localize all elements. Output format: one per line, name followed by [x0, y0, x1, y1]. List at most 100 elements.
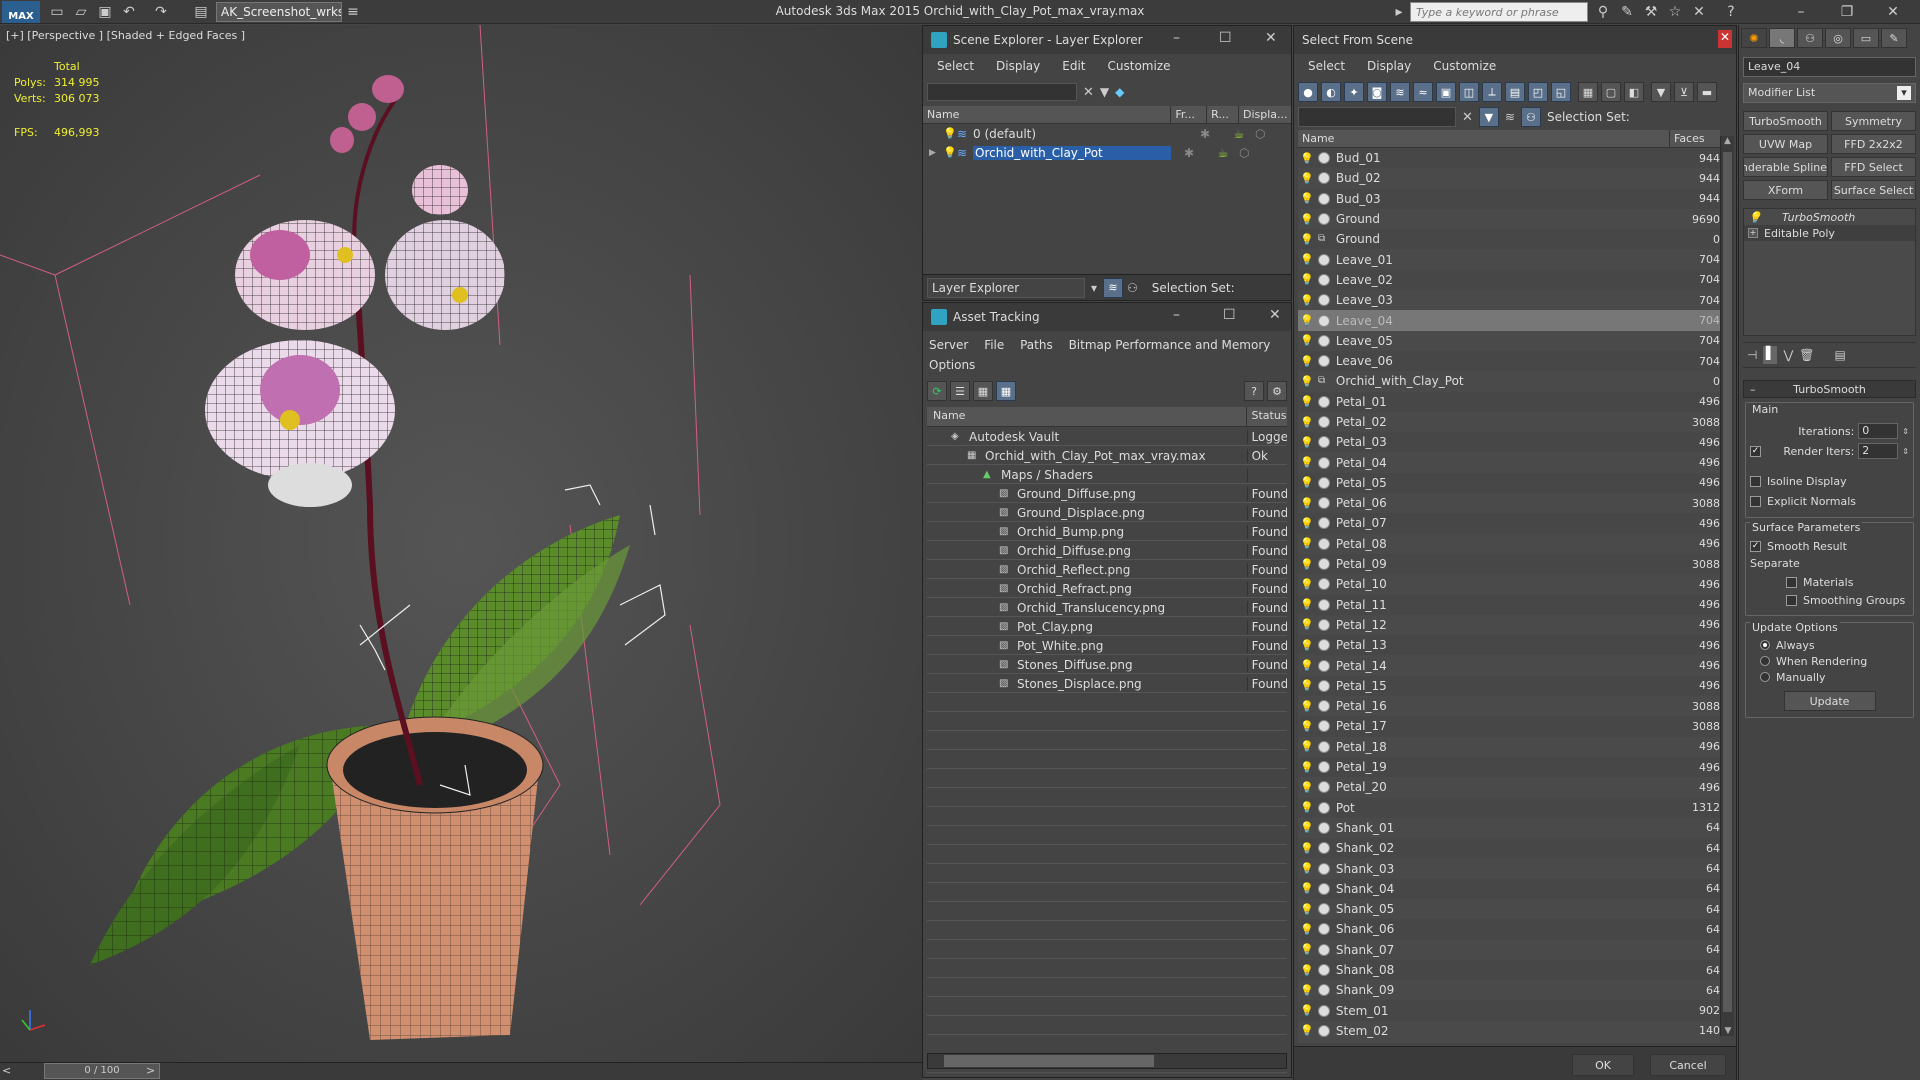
thumbnail-icon[interactable]: ▦ — [973, 381, 993, 401]
object-name-field[interactable]: Leave_04 — [1743, 57, 1916, 77]
select-invert-icon[interactable]: ◧ — [1624, 82, 1644, 102]
iterations-spinner[interactable]: 0 — [1858, 423, 1899, 439]
cancel-button[interactable]: Cancel — [1650, 1054, 1726, 1076]
bulb-icon[interactable]: 💡 — [1300, 598, 1314, 611]
object-row[interactable]: 💡 Petal_13 496 — [1298, 635, 1720, 656]
asset-row[interactable]: ▧ Orchid_Reflect.png Found — [927, 560, 1287, 579]
connect-icon[interactable]: ⚒ — [1640, 2, 1662, 22]
open-icon[interactable]: ▱ — [70, 2, 92, 22]
bulb-icon[interactable]: 💡 — [1300, 334, 1314, 347]
object-row[interactable]: 💡 Petal_05 496 — [1298, 472, 1720, 494]
asset-row[interactable]: ▲ Maps / Shaders — [927, 465, 1287, 484]
asset-row[interactable]: ▧ Stones_Displace.png Found — [927, 674, 1287, 693]
bulb-icon[interactable]: 💡 — [1300, 558, 1314, 571]
bulb-icon[interactable]: 💡 — [1300, 821, 1314, 834]
clear-search-icon[interactable]: ✕ — [1083, 85, 1094, 100]
menu-edit[interactable]: Edit — [1062, 59, 1085, 73]
expand-icon[interactable]: + — [1748, 228, 1758, 238]
col-freeze[interactable]: Fr... — [1171, 106, 1208, 123]
menu-bitmap[interactable]: Bitmap Performance and Memory — [1069, 338, 1271, 352]
binoculars-icon[interactable]: ⚲ — [1592, 2, 1614, 22]
frozen-filter-icon[interactable]: ◰ — [1528, 82, 1548, 102]
bulb-icon[interactable]: 💡 — [1300, 923, 1314, 936]
search-input[interactable]: Type a keyword or phrase — [1410, 2, 1588, 22]
redo-icon[interactable]: ↷ — [150, 2, 172, 22]
bulb-icon[interactable]: 💡 — [1300, 801, 1314, 814]
object-row[interactable]: 💡 Ground 9690 — [1298, 208, 1720, 230]
workspace-menu-icon[interactable]: ≡ — [342, 2, 364, 22]
menu-select[interactable]: Select — [937, 59, 974, 73]
col-display[interactable]: Displa... — [1239, 106, 1291, 123]
group-filter-icon[interactable]: ▣ — [1436, 82, 1456, 102]
menu-display[interactable]: Display — [1367, 59, 1411, 73]
scroll-thumb[interactable] — [1723, 152, 1732, 1012]
settings-icon[interactable]: ⚙ — [1267, 381, 1287, 401]
object-row[interactable]: 💡 Shank_01 64 — [1298, 817, 1720, 839]
isoline-checkbox[interactable] — [1750, 475, 1761, 487]
maximize-icon[interactable]: ☐ — [1223, 307, 1236, 323]
smoothing-groups-checkbox[interactable] — [1786, 594, 1797, 606]
col-faces[interactable]: Faces — [1670, 130, 1720, 147]
object-row[interactable]: 💡 Leave_05 704 — [1298, 330, 1720, 351]
time-prev-icon[interactable]: < — [2, 1064, 11, 1077]
time-slider[interactable]: 0 / 100 — [44, 1063, 160, 1079]
remove-modifier-icon[interactable]: 🗑 — [1799, 348, 1814, 362]
dropdown-arrow-icon[interactable]: ▾ — [1091, 281, 1097, 295]
menu-customize[interactable]: Customize — [1108, 59, 1171, 73]
scroll-up-icon[interactable]: ▲ — [1721, 136, 1734, 146]
object-row[interactable]: 💡 Petal_16 3088 — [1298, 696, 1720, 717]
materials-checkbox[interactable] — [1786, 576, 1797, 588]
bulb-icon[interactable]: 💡 — [1300, 497, 1314, 510]
bulb-icon[interactable]: 💡 — [1300, 578, 1314, 591]
freeze-icon[interactable]: ✱ — [1171, 146, 1207, 160]
object-row[interactable]: 💡 ⧉ Orchid_with_Clay_Pot 0 — [1298, 371, 1720, 392]
object-row[interactable]: 💡 Shank_09 64 — [1298, 980, 1720, 1001]
asset-row[interactable]: ▧ Orchid_Diffuse.png Found — [927, 541, 1287, 560]
bulb-icon[interactable]: 💡 — [943, 127, 957, 140]
col-name[interactable]: Name — [923, 106, 1172, 123]
bulb-icon[interactable]: 💡 — [1300, 761, 1314, 774]
object-row[interactable]: 💡 Petal_17 3088 — [1298, 716, 1720, 737]
bulb-icon[interactable]: 💡 — [1300, 943, 1314, 956]
asset-row[interactable]: ▧ Orchid_Refract.png Found — [927, 579, 1287, 598]
bulb-icon[interactable]: 💡 — [1300, 882, 1314, 895]
bulb-icon[interactable]: 💡 — [1300, 294, 1314, 307]
bulb-icon[interactable]: 💡 — [1300, 842, 1314, 855]
asset-row[interactable]: ▧ Orchid_Translucency.png Found — [927, 598, 1287, 617]
display-icon[interactable]: ⬡ — [1239, 146, 1249, 160]
ffd-select-button[interactable]: FFD Select — [1831, 157, 1916, 177]
object-row[interactable]: 💡 Shank_08 64 — [1298, 959, 1720, 981]
scroll-down-icon[interactable]: ▼ — [1721, 1026, 1735, 1036]
object-row[interactable]: 💡 Petal_11 496 — [1298, 594, 1720, 615]
layer-mode-icon[interactable]: ≋ — [1103, 277, 1124, 298]
bulb-icon[interactable]: 💡 — [1300, 781, 1314, 794]
scene-search-input[interactable] — [927, 83, 1077, 101]
bone-filter-icon[interactable]: ⟂ — [1482, 82, 1502, 102]
freeze-icon[interactable]: ✱ — [1187, 127, 1223, 141]
object-row[interactable]: 💡 Leave_04 704 — [1298, 310, 1720, 331]
object-row[interactable]: 💡 Petal_19 496 — [1298, 756, 1720, 778]
ok-button[interactable]: OK — [1572, 1054, 1634, 1076]
display-tab-icon[interactable]: ▭ — [1853, 28, 1879, 48]
new-icon[interactable]: ▭ — [46, 2, 68, 22]
star-icon[interactable]: ☆ — [1664, 2, 1686, 22]
menu-paths[interactable]: Paths — [1020, 338, 1053, 352]
app-logo[interactable]: MAX — [2, 1, 40, 23]
layer-mode-icon[interactable]: ≋ — [1505, 110, 1515, 124]
layer-row[interactable]: ▶ 💡 ≋ Orchid_with_Clay_Pot ✱ ☕ ⬡ — [923, 143, 1291, 162]
object-row[interactable]: 💡 Petal_15 496 — [1298, 675, 1720, 697]
object-row[interactable]: 💡 Petal_02 3088 — [1298, 411, 1720, 433]
bulb-icon[interactable]: 💡 — [1300, 517, 1314, 530]
render-iters-spinner[interactable]: 2 — [1858, 443, 1899, 459]
object-row[interactable]: 💡 Petal_20 496 — [1298, 777, 1720, 798]
object-row[interactable]: 💡 Leave_03 704 — [1298, 290, 1720, 311]
modifier-list-dropdown[interactable]: Modifier List ▾ — [1743, 83, 1916, 103]
object-row[interactable]: 💡 Petal_01 496 — [1298, 391, 1720, 412]
layer-row[interactable]: 💡 ≋ 0 (default) ✱ ☕ ⬡ — [923, 124, 1291, 143]
spinner-arrows-icon[interactable]: ⇕ — [1902, 427, 1909, 436]
time-next-icon[interactable]: > — [146, 1064, 155, 1077]
find-case-icon[interactable]: ▼ — [1478, 107, 1499, 127]
bulb-icon[interactable]: 💡 — [1300, 862, 1314, 875]
bulb-icon[interactable]: 💡 — [1300, 273, 1314, 286]
when-rendering-radio[interactable] — [1760, 656, 1770, 666]
